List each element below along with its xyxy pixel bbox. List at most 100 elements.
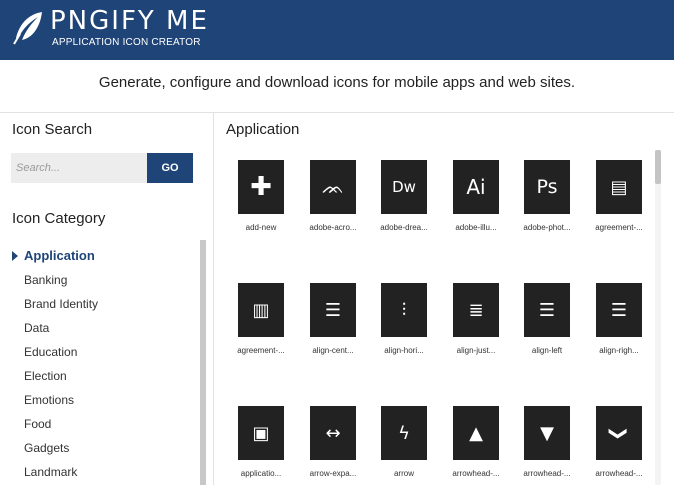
category-label: Data bbox=[24, 321, 50, 335]
icon-tile[interactable]: ↔ arrow-expa... bbox=[298, 402, 368, 485]
adobe-photoshop-icon: Ps bbox=[536, 176, 558, 198]
vertical-divider bbox=[213, 113, 214, 485]
icon-tile-preview: ☰ bbox=[524, 283, 570, 337]
icon-tile-label: adobe-drea... bbox=[380, 223, 428, 232]
category-title: Application bbox=[226, 121, 300, 138]
icon-tile-label: agreement-... bbox=[595, 223, 643, 232]
icon-tile[interactable]: ⫶ align-hori... bbox=[369, 279, 439, 379]
icon-tile-preview: ⫶ bbox=[381, 283, 427, 337]
main-scrollbar-thumb[interactable] bbox=[655, 150, 661, 184]
icon-category-heading: Icon Category bbox=[12, 210, 106, 227]
icon-tile-preview: ▼ bbox=[524, 406, 570, 460]
category-label: Landmark bbox=[24, 465, 78, 479]
category-item-election[interactable]: Election bbox=[0, 366, 200, 390]
category-label: Gadgets bbox=[24, 441, 70, 455]
icon-tile-preview: ᨏ bbox=[310, 160, 356, 214]
icon-tile-label: adobe-phot... bbox=[523, 223, 571, 232]
arrow-expand-icon: ↔ bbox=[325, 422, 341, 444]
agreement-document-icon: ▥ bbox=[252, 299, 270, 321]
category-list: Application Banking Brand Identity Data … bbox=[0, 246, 200, 485]
icon-search-heading: Icon Search bbox=[12, 121, 93, 138]
icon-tile-label: arrow-expa... bbox=[309, 469, 357, 478]
category-label: Application bbox=[24, 248, 95, 263]
align-justify-icon: ≣ bbox=[468, 299, 484, 321]
category-item-application[interactable]: Application bbox=[0, 246, 200, 270]
category-item-brand-identity[interactable]: Brand Identity bbox=[0, 294, 200, 318]
icon-tile-label: align-hori... bbox=[384, 346, 424, 355]
brand-subtitle: APPLICATION ICON CREATOR bbox=[52, 37, 201, 48]
icon-tile-preview: ☰ bbox=[310, 283, 356, 337]
icon-tile[interactable]: ✚ add-new bbox=[226, 156, 296, 256]
icon-tile-label: arrowhead-... bbox=[595, 469, 643, 478]
icon-tile-preview: ▥ bbox=[238, 283, 284, 337]
icon-tile-label: adobe-acro... bbox=[309, 223, 357, 232]
icon-tile-label: align-just... bbox=[456, 346, 496, 355]
caret-right-icon bbox=[12, 251, 18, 261]
agreement-certificate-icon: ▤ bbox=[610, 176, 628, 198]
icon-tile[interactable]: ▲ arrowhead-... bbox=[441, 402, 511, 485]
icon-tile-preview: ▲ bbox=[453, 406, 499, 460]
icon-tile-preview: ▤ bbox=[596, 160, 642, 214]
icon-tile[interactable]: ☰ align-left bbox=[512, 279, 582, 379]
icon-tile-preview: ❯ bbox=[596, 406, 642, 460]
brand-name[interactable]: PNGIFY ME bbox=[50, 6, 209, 36]
sidebar-scrollbar-thumb[interactable] bbox=[200, 240, 206, 485]
category-item-banking[interactable]: Banking bbox=[0, 270, 200, 294]
category-label: Brand Identity bbox=[24, 297, 99, 311]
go-button[interactable]: GO bbox=[147, 153, 193, 183]
icon-tile-preview: ≣ bbox=[453, 283, 499, 337]
align-horizontal-icon: ⫶ bbox=[401, 299, 407, 321]
icon-tile[interactable]: ≣ align-just... bbox=[441, 279, 511, 379]
header-bar: PNGIFY ME APPLICATION ICON CREATOR bbox=[0, 0, 674, 60]
icon-tile[interactable]: ▼ arrowhead-... bbox=[512, 402, 582, 485]
category-item-gadgets[interactable]: Gadgets bbox=[0, 438, 200, 462]
category-item-landmark[interactable]: Landmark bbox=[0, 462, 200, 485]
category-label: Emotions bbox=[24, 393, 75, 407]
icon-tile[interactable]: ❯ arrowhead-... bbox=[584, 402, 654, 485]
adobe-acrobat-icon: ᨏ bbox=[321, 176, 345, 198]
icon-tile-label: align-righ... bbox=[599, 346, 639, 355]
arrow-zigzag-icon: ϟ bbox=[398, 422, 410, 444]
adobe-dreamweaver-icon: Dw bbox=[392, 178, 416, 196]
plus-icon: ✚ bbox=[250, 172, 272, 202]
align-right-icon: ☰ bbox=[610, 299, 628, 321]
application-window-icon: ▣ bbox=[252, 422, 270, 444]
icon-grid: ✚ add-new ᨏ adobe-acro... Dw adobe-drea... Ai a… bbox=[226, 156, 646, 485]
category-label: Education bbox=[24, 345, 78, 359]
category-item-education[interactable]: Education bbox=[0, 342, 200, 366]
icon-tile-label: arrow bbox=[393, 469, 414, 478]
icon-tile-preview: Ai bbox=[453, 160, 499, 214]
icon-tile-preview: ☰ bbox=[596, 283, 642, 337]
icon-tile[interactable]: Dw adobe-drea... bbox=[369, 156, 439, 256]
icon-tile[interactable]: Ai adobe-illu... bbox=[441, 156, 511, 256]
feather-icon[interactable] bbox=[8, 8, 48, 48]
category-item-food[interactable]: Food bbox=[0, 414, 200, 438]
icon-tile-label: arrowhead-... bbox=[452, 469, 500, 478]
category-label: Election bbox=[24, 369, 67, 383]
chevron-down-icon: ❯ bbox=[608, 425, 630, 441]
icon-tile-preview: ▣ bbox=[238, 406, 284, 460]
icon-tile-preview: Ps bbox=[524, 160, 570, 214]
icon-tile[interactable]: ▣ applicatio... bbox=[226, 402, 296, 485]
icon-tile-preview: ✚ bbox=[238, 160, 284, 214]
category-item-emotions[interactable]: Emotions bbox=[0, 390, 200, 414]
icon-tile-label: add-new bbox=[245, 223, 277, 232]
icon-tile[interactable]: ☰ align-cent... bbox=[298, 279, 368, 379]
icon-tile-preview: ↔ bbox=[310, 406, 356, 460]
icon-tile-label: agreement-... bbox=[237, 346, 285, 355]
category-item-data[interactable]: Data bbox=[0, 318, 200, 342]
align-center-icon: ☰ bbox=[324, 299, 342, 321]
category-label: Food bbox=[24, 417, 52, 431]
icon-tile-preview: Dw bbox=[381, 160, 427, 214]
arrowhead-up-icon: ▲ bbox=[469, 422, 483, 444]
icon-tile[interactable]: ▤ agreement-... bbox=[584, 156, 654, 256]
search-input[interactable] bbox=[11, 153, 147, 183]
icon-tile[interactable]: Ps adobe-phot... bbox=[512, 156, 582, 256]
icon-tile[interactable]: ☰ align-righ... bbox=[584, 279, 654, 379]
icon-tile[interactable]: ᨏ adobe-acro... bbox=[298, 156, 368, 256]
tagline: Generate, configure and download icons f… bbox=[98, 74, 576, 91]
main-scrollbar-track[interactable] bbox=[655, 150, 661, 485]
icon-tile[interactable]: ϟ arrow bbox=[369, 402, 439, 485]
category-label: Banking bbox=[24, 273, 68, 287]
icon-tile[interactable]: ▥ agreement-... bbox=[226, 279, 296, 379]
